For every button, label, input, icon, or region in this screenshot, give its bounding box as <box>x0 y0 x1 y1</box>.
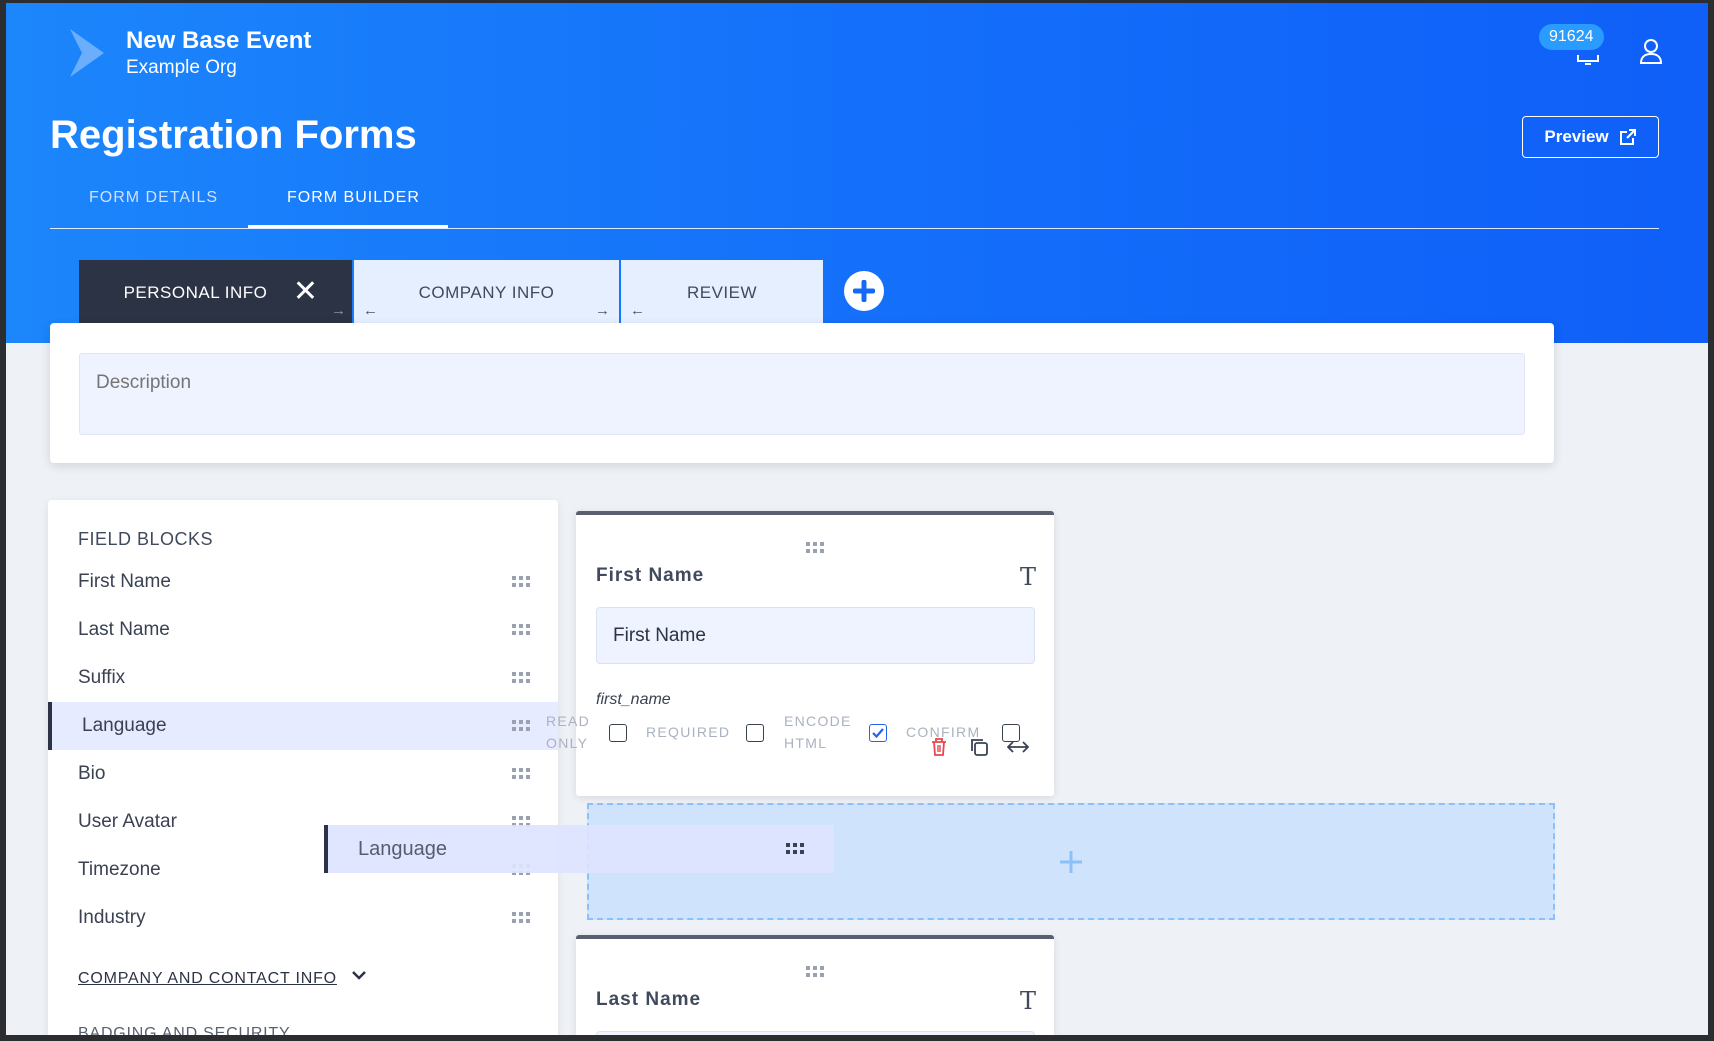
field-block-industry[interactable]: Industry <box>48 894 558 942</box>
tabs-divider <box>50 228 1659 229</box>
drag-handle-icon[interactable] <box>512 768 530 780</box>
field-block-label: First Name <box>78 571 171 592</box>
field-block-label: Timezone <box>78 859 161 880</box>
arrow-left-icon[interactable]: ← <box>363 302 378 319</box>
tab-form-details[interactable]: FORM DETAILS <box>89 189 218 207</box>
page-title: Registration Forms <box>50 113 417 157</box>
external-link-icon <box>1619 129 1636 145</box>
chevron-down-icon[interactable] <box>350 966 368 984</box>
field-preview-input[interactable]: First Name <box>596 607 1035 664</box>
encode-html-label: ENCODE HTML <box>784 713 852 751</box>
encode-html-checkbox[interactable] <box>869 724 887 742</box>
drag-handle-icon <box>786 843 804 854</box>
step-label: COMPANY INFO <box>418 282 555 302</box>
field-label: Last Name <box>596 989 702 1010</box>
add-step-button[interactable] <box>844 271 884 311</box>
resize-horizontal-icon[interactable] <box>1007 737 1029 757</box>
field-block-label: Last Name <box>78 619 170 640</box>
required-checkbox[interactable] <box>746 724 764 742</box>
step-tab-company-info[interactable]: ← COMPANY INFO → <box>354 260 619 325</box>
dragging-field-label: Language <box>358 837 447 860</box>
text-type-icon: T <box>1019 987 1036 1015</box>
close-icon[interactable]: ✕ <box>293 274 318 309</box>
app-window: New Base Event Example Org 91624 Registr… <box>6 3 1708 1035</box>
arrow-left-icon[interactable]: ← <box>630 302 645 319</box>
field-label: First Name <box>596 565 705 586</box>
drag-handle-icon[interactable] <box>512 672 530 684</box>
form-field-card-first-name[interactable]: First Name T First Name first_name READ … <box>546 511 1054 796</box>
duplicate-icon[interactable] <box>969 737 989 757</box>
drag-handle-icon[interactable] <box>512 912 530 924</box>
notification-badge[interactable]: 91624 <box>1539 24 1604 50</box>
required-label: REQUIRED <box>646 724 731 740</box>
tab-form-builder[interactable]: FORM BUILDER <box>287 189 420 207</box>
plus-icon <box>853 280 875 302</box>
form-field-card-last-name[interactable]: Last Name T <box>576 935 1054 1035</box>
plus-icon <box>1060 850 1082 873</box>
text-type-icon: T <box>1019 563 1036 591</box>
company-contact-info-link[interactable]: COMPANY AND CONTACT INFO <box>78 970 337 988</box>
bell-icon[interactable] <box>1574 47 1602 69</box>
drag-handle-icon[interactable] <box>806 966 824 978</box>
step-label: PERSONAL INFO <box>123 282 268 302</box>
field-blocks-heading: FIELD BLOCKS <box>78 529 214 549</box>
field-block-label: Bio <box>78 763 106 784</box>
field-block-language[interactable]: Language <box>48 702 558 750</box>
field-block-label: Suffix <box>78 667 126 688</box>
field-block-bio[interactable]: Bio <box>48 750 558 798</box>
step-label: REVIEW <box>686 282 758 302</box>
badging-security-link[interactable]: BADGING AND SECURITY <box>78 1025 290 1035</box>
drag-handle-icon[interactable] <box>512 720 530 732</box>
read-only-label: READ ONLY <box>546 713 591 751</box>
checkmark-icon <box>872 728 884 739</box>
org-name: Example Org <box>126 57 237 78</box>
field-block-label: User Avatar <box>78 811 177 832</box>
preview-button[interactable]: Preview <box>1522 116 1659 158</box>
drag-handle-icon[interactable] <box>512 624 530 636</box>
logo-icon <box>70 29 104 77</box>
step-tab-personal-info[interactable]: PERSONAL INFO ✕ → <box>79 260 352 325</box>
field-key: first_name <box>596 691 671 708</box>
trash-icon[interactable] <box>930 737 948 757</box>
dragging-field-block[interactable]: Language <box>324 825 834 873</box>
field-block-first-name[interactable]: First Name <box>48 558 558 606</box>
field-block-label: Language <box>82 715 167 736</box>
field-preview-input[interactable] <box>596 1031 1035 1035</box>
description-input[interactable] <box>79 353 1525 435</box>
preview-label: Preview <box>1544 127 1609 146</box>
field-block-last-name[interactable]: Last Name <box>48 606 558 654</box>
arrow-right-icon[interactable]: → <box>331 302 346 319</box>
app-title: New Base Event <box>126 27 312 54</box>
field-block-suffix[interactable]: Suffix <box>48 654 558 702</box>
user-icon[interactable] <box>1638 37 1664 65</box>
drag-handle-icon[interactable] <box>806 542 824 554</box>
drag-handle-icon[interactable] <box>512 576 530 588</box>
arrow-right-icon[interactable]: → <box>595 302 610 319</box>
field-block-label: Industry <box>78 907 146 928</box>
field-blocks-panel: FIELD BLOCKS First Name Last Name Suffix… <box>48 500 558 1035</box>
description-card <box>50 323 1554 463</box>
read-only-checkbox[interactable] <box>609 724 627 742</box>
step-tab-review[interactable]: ← REVIEW <box>621 260 823 325</box>
